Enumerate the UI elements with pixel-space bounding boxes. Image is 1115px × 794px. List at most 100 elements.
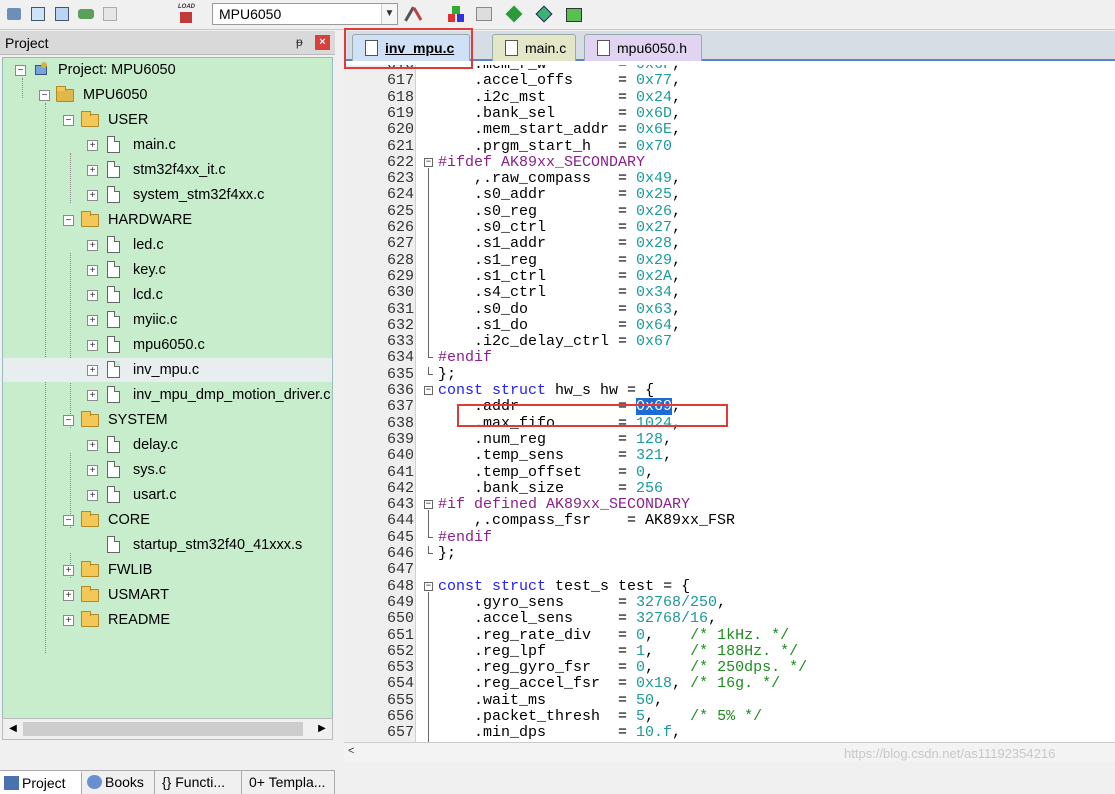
code-line[interactable]: 627 .s1_addr = 0x28, (344, 236, 1115, 252)
tree-file-stm32f4xx-it[interactable]: + stm32f4xx_it.c (3, 158, 332, 182)
tree-file-sys-c[interactable]: + sys.c (3, 458, 332, 482)
code-line[interactable]: 632 .s1_do = 0x64, (344, 317, 1115, 334)
code-line[interactable]: 640 .temp_sens = 321, (344, 448, 1115, 464)
expand-toggle[interactable]: + (87, 240, 98, 251)
collapse-toggle[interactable]: − (63, 215, 74, 226)
tree-file-inv-mpu-c[interactable]: + inv_mpu.c (3, 358, 332, 382)
fold-toggle[interactable]: − (424, 497, 434, 513)
code-line[interactable]: 617 .accel_offs = 0x77, (344, 73, 1115, 89)
code-line[interactable]: 654 .reg_accel_fsr = 0x18, /* 16g. */ (344, 676, 1115, 692)
code-line[interactable]: 634 #endif (344, 350, 1115, 366)
expand-toggle[interactable]: + (63, 590, 74, 601)
close-icon[interactable]: × (315, 35, 330, 50)
batch-build-icon[interactable] (76, 4, 96, 24)
expand-toggle[interactable]: + (87, 365, 98, 376)
tab-main-c[interactable]: main.c (492, 34, 576, 61)
code-line[interactable]: 645 #endif (344, 529, 1115, 546)
code-line[interactable]: 626 .s0_ctrl = 0x27, (344, 220, 1115, 236)
expand-toggle[interactable]: + (87, 390, 98, 401)
code-line[interactable]: 657 .min_dps = 10.f, (344, 725, 1115, 741)
expand-toggle[interactable]: + (87, 465, 98, 476)
code-line[interactable]: 652 .reg_lpf = 1, /* 188Hz. */ (344, 643, 1115, 660)
code-line[interactable]: 628 .s1_reg = 0x29, (344, 252, 1115, 269)
scroll-left-icon[interactable]: ◀ (5, 721, 21, 737)
code-line[interactable]: 622− #ifdef AK89xx_SECONDARY (344, 154, 1115, 171)
code-line[interactable]: 651 .reg_rate_div = 0, /* 1kHz. */ (344, 627, 1115, 644)
editor-horizontal-scrollbar[interactable]: < https://blog.csdn.net/as11192354216 (344, 742, 1115, 762)
code-line[interactable]: 639 .num_reg = 128, (344, 431, 1115, 448)
tree-file-delay-c[interactable]: + delay.c (3, 433, 332, 457)
code-line[interactable]: 629 .s1_ctrl = 0x2A, (344, 268, 1115, 285)
download-icon[interactable]: LOAD (176, 4, 196, 24)
code-line[interactable]: 635}; (344, 366, 1115, 383)
chevron-down-icon[interactable]: ▼ (381, 4, 397, 24)
collapse-toggle[interactable]: − (39, 90, 50, 101)
tree-file-main-c[interactable]: + main.c (3, 133, 332, 157)
tree-file-key-c[interactable]: + key.c (3, 258, 332, 282)
expand-toggle[interactable]: + (87, 340, 98, 351)
tree-file-inv-mpu-dmp[interactable]: + inv_mpu_dmp_motion_driver.c (3, 383, 332, 407)
tree-file-led-c[interactable]: + led.c (3, 233, 332, 257)
code-line[interactable]: 642 .bank_size = 256 (344, 480, 1115, 497)
scroll-left-icon[interactable]: < (348, 745, 354, 757)
expand-toggle[interactable]: + (87, 315, 98, 326)
code-line[interactable]: 620 .mem_start_addr = 0x6E, (344, 122, 1115, 138)
code-line[interactable]: 631 .s0_do = 0x63, (344, 301, 1115, 318)
tree-file-mpu6050-c[interactable]: + mpu6050.c (3, 333, 332, 357)
code-line[interactable]: 624 .s0_addr = 0x25, (344, 187, 1115, 203)
expand-toggle[interactable]: + (87, 140, 98, 151)
tab-books[interactable]: Books (83, 771, 155, 794)
stop-build-icon[interactable] (100, 4, 120, 24)
code-line[interactable]: 653 .reg_gyro_fsr = 0, /* 250dps. */ (344, 660, 1115, 676)
expand-toggle[interactable]: + (87, 190, 98, 201)
code-line[interactable]: 618 .i2c_mst = 0x24, (344, 89, 1115, 106)
code-line[interactable]: 621 .prgm_start_h = 0x70 (344, 138, 1115, 155)
code-line[interactable]: 643− #if defined AK89xx_SECONDARY (344, 497, 1115, 513)
tree-folder-readme[interactable]: + README (3, 608, 332, 632)
tree-item-target[interactable]: − MPU6050 (3, 83, 332, 107)
code-line[interactable]: 655 .wait_ms = 50, (344, 692, 1115, 709)
code-line[interactable]: 648− const struct test_s test = { (344, 578, 1115, 595)
code-line[interactable]: 644 ,.compass_fsr = AK89xx_FSR (344, 513, 1115, 529)
pack-installer-icon[interactable] (534, 4, 554, 24)
expand-toggle[interactable]: + (87, 490, 98, 501)
select-packs-icon[interactable] (504, 4, 524, 24)
expand-toggle[interactable]: + (87, 265, 98, 276)
expand-toggle[interactable]: + (87, 165, 98, 176)
code-line[interactable]: 623 ,.raw_compass = 0x49, (344, 171, 1115, 187)
tree-file-myiic-c[interactable]: + myiic.c (3, 308, 332, 332)
tab-project[interactable]: Project (0, 771, 82, 794)
tab-mpu6050-h[interactable]: mpu6050.h (584, 34, 702, 61)
run-time-env-icon[interactable] (564, 4, 584, 24)
collapse-toggle[interactable]: − (63, 515, 74, 526)
target-options-icon[interactable] (404, 4, 425, 24)
expand-toggle[interactable]: + (63, 615, 74, 626)
code-line[interactable]: 625 .s0_reg = 0x26, (344, 203, 1115, 220)
collapse-toggle[interactable]: − (15, 65, 26, 76)
tree-folder-user[interactable]: − USER (3, 108, 332, 132)
manage-components-icon[interactable] (474, 4, 494, 24)
code-line[interactable]: 646}; (344, 546, 1115, 562)
fold-toggle[interactable]: − (424, 579, 434, 595)
code-line[interactable]: 630 .s4_ctrl = 0x34, (344, 285, 1115, 301)
expand-toggle[interactable]: + (87, 440, 98, 451)
code-line[interactable]: 619 .bank_sel = 0x6D, (344, 105, 1115, 122)
expand-toggle[interactable]: + (87, 290, 98, 301)
rebuild-icon[interactable] (52, 4, 72, 24)
collapse-toggle[interactable]: − (63, 415, 74, 426)
code-line[interactable]: 656 .packet_thresh = 5, /* 5% */ (344, 709, 1115, 725)
fold-toggle[interactable]: − (424, 383, 434, 399)
tab-functions[interactable]: {} Functi... (156, 771, 242, 794)
pin-icon[interactable]: ᵽ (296, 35, 303, 49)
tree-folder-fwlib[interactable]: + FWLIB (3, 558, 332, 582)
code-line[interactable]: 647 (344, 562, 1115, 578)
tree-file-lcd-c[interactable]: + lcd.c (3, 283, 332, 307)
tree-folder-system[interactable]: − SYSTEM (3, 408, 332, 432)
file-extensions-icon[interactable] (446, 4, 466, 24)
tree-file-system-stm32f4xx[interactable]: + system_stm32f4xx.c (3, 183, 332, 207)
code-line[interactable]: 649 .gyro_sens = 32768/250, (344, 594, 1115, 611)
translate-icon[interactable] (4, 4, 24, 24)
fold-toggle[interactable]: − (424, 155, 434, 171)
expand-toggle[interactable]: + (63, 565, 74, 576)
code-line[interactable]: 636− const struct hw_s hw = { (344, 383, 1115, 399)
